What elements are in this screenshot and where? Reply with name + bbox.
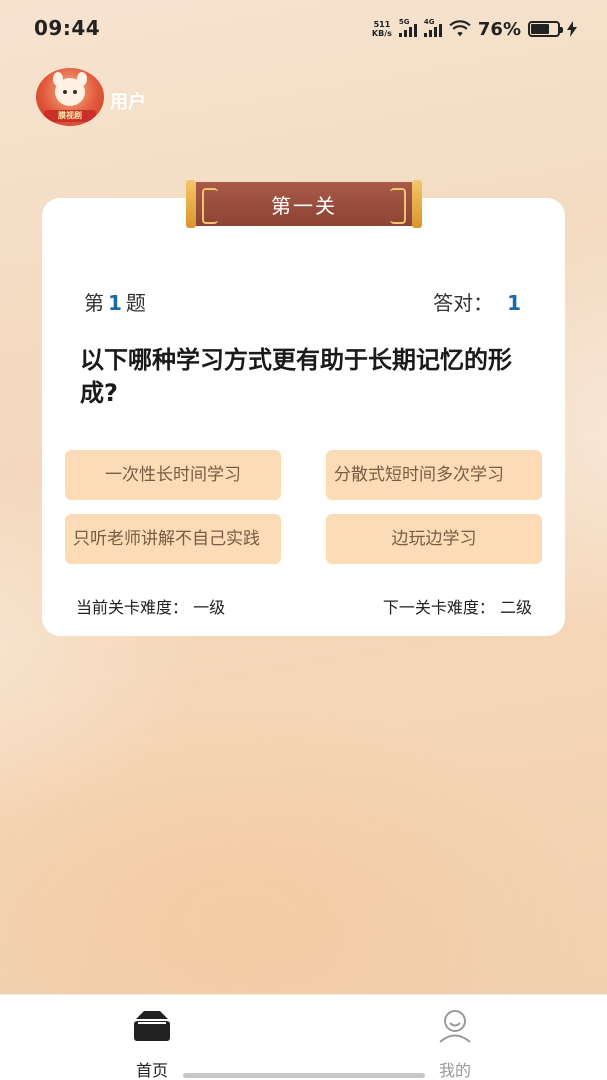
- home-icon: [134, 1011, 170, 1041]
- signal-5g-icon: 5G: [398, 18, 417, 37]
- correct-count: 答对： 1: [433, 291, 521, 315]
- wifi-icon: [449, 20, 471, 37]
- nav-label-mine: 我的: [438, 1061, 471, 1080]
- nav-item-home[interactable]: 首页: [112, 1009, 192, 1080]
- option-button-c[interactable]: 只听老师讲解不自己实践: [65, 514, 281, 564]
- current-difficulty: 当前关卡难度： 一级: [76, 598, 226, 617]
- nav-label-home: 首页: [135, 1061, 168, 1080]
- status-icons: 511 KB/s 5G 4G 76%: [372, 16, 577, 42]
- nav-item-mine[interactable]: 我的: [415, 1009, 495, 1080]
- bottom-nav: 首页 我的: [0, 994, 607, 1080]
- avatar-banner: 膜视剧: [44, 110, 96, 122]
- battery-percent: 76%: [477, 18, 521, 40]
- battery-icon: [528, 21, 563, 37]
- user-icon: [439, 1010, 471, 1043]
- status-time: 09:44: [34, 16, 101, 40]
- avatar[interactable]: 膜视剧: [36, 68, 104, 126]
- status-bar: 09:44 511 KB/s 5G 4G 76%: [0, 0, 607, 56]
- option-button-d[interactable]: 边玩边学习: [326, 514, 542, 564]
- network-speed: 511 KB/s: [371, 20, 392, 38]
- username[interactable]: 用户: [110, 88, 146, 114]
- option-button-b[interactable]: 分散式短时间多次学习: [326, 450, 542, 500]
- next-difficulty: 下一关卡难度： 二级: [382, 598, 532, 617]
- question-text: 以下哪种学习方式更有助于长期记忆的形成?: [80, 346, 512, 407]
- level-title: 第一关: [271, 193, 337, 218]
- question-index: 第1题: [84, 291, 146, 315]
- home-indicator[interactable]: [183, 1073, 425, 1078]
- charging-icon: [567, 21, 577, 37]
- option-button-a[interactable]: 一次性长时间学习: [65, 450, 281, 500]
- signal-4g-icon: 4G: [423, 18, 442, 37]
- level-ribbon: 第一关: [186, 180, 422, 228]
- quiz-card: [42, 198, 565, 636]
